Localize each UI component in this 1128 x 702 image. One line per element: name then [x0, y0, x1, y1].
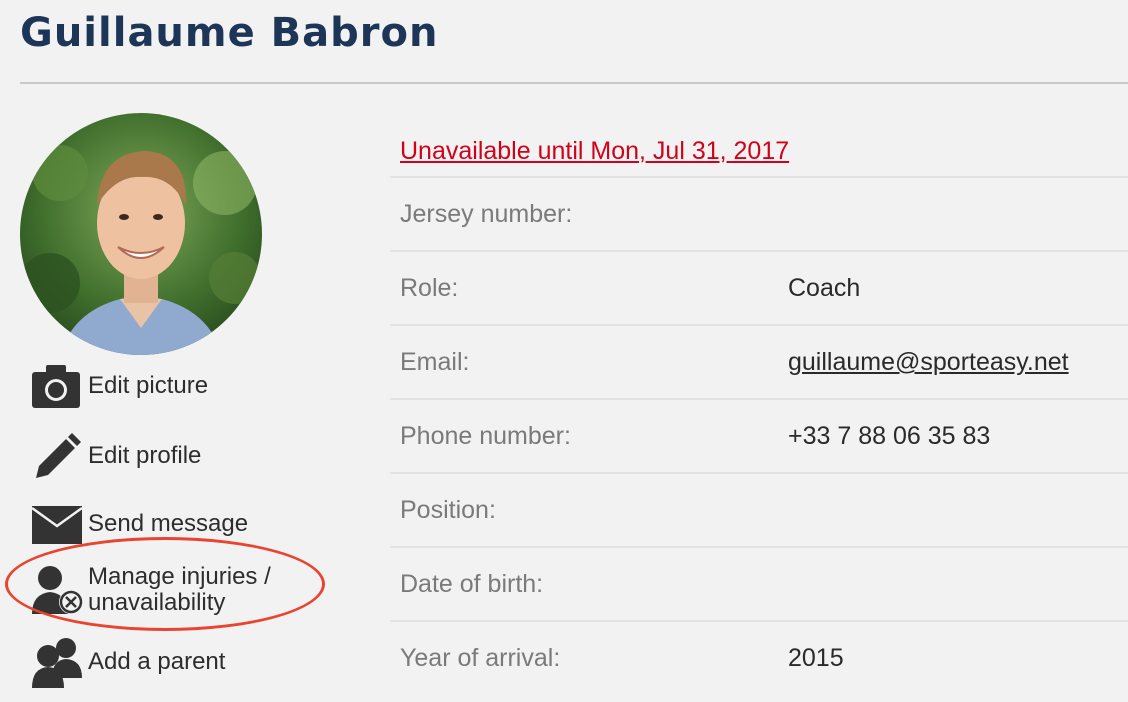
availability-status-link[interactable]: Unavailable until Mon, Jul 31, 2017 [400, 137, 789, 166]
manage-injuries-label: Manage injuries / unavailability [88, 564, 271, 616]
avatar [20, 113, 262, 355]
send-message-label: Send message [88, 510, 249, 537]
manage-injuries-label-line1: Manage injuries / [88, 563, 271, 590]
edit-picture-button[interactable]: Edit picture [30, 360, 208, 412]
user-unavailable-icon [30, 564, 88, 616]
envelope-icon [30, 498, 88, 550]
row-email: Email: guillaume@sporteasy.net [390, 324, 1128, 398]
row-date-of-birth: Date of birth: [390, 546, 1128, 620]
position-label: Position: [400, 496, 496, 524]
row-jersey-number: Jersey number: [390, 176, 1128, 250]
page-title: Guillaume Babron [20, 10, 439, 56]
row-phone: Phone number: +33 7 88 06 35 83 [390, 398, 1128, 472]
row-year-of-arrival: Year of arrival: 2015 [390, 620, 1128, 694]
role-label: Role: [400, 274, 459, 302]
edit-profile-button[interactable]: Edit profile [30, 430, 201, 482]
role-value: Coach [788, 274, 861, 302]
phone-label: Phone number: [400, 422, 571, 450]
row-position: Position: [390, 472, 1128, 546]
add-parent-button[interactable]: Add a parent [30, 636, 225, 688]
pencil-icon [30, 430, 88, 482]
row-role: Role: Coach [390, 250, 1128, 324]
manage-injuries-button[interactable]: Manage injuries / unavailability [30, 564, 271, 616]
phone-value: +33 7 88 06 35 83 [788, 422, 991, 450]
edit-profile-label: Edit profile [88, 442, 202, 469]
title-divider [20, 82, 1128, 84]
camera-icon [30, 360, 88, 412]
email-link[interactable]: guillaume@sporteasy.net [788, 348, 1069, 377]
users-icon [30, 636, 88, 688]
send-message-button[interactable]: Send message [30, 498, 248, 550]
date-of-birth-label: Date of birth: [400, 570, 544, 598]
manage-injuries-label-line2: unavailability [88, 589, 226, 616]
email-label: Email: [400, 348, 470, 376]
edit-picture-label: Edit picture [88, 372, 209, 399]
jersey-number-label: Jersey number: [400, 200, 573, 228]
add-parent-label: Add a parent [88, 648, 226, 675]
year-of-arrival-value: 2015 [788, 644, 844, 672]
year-of-arrival-label: Year of arrival: [400, 644, 561, 672]
